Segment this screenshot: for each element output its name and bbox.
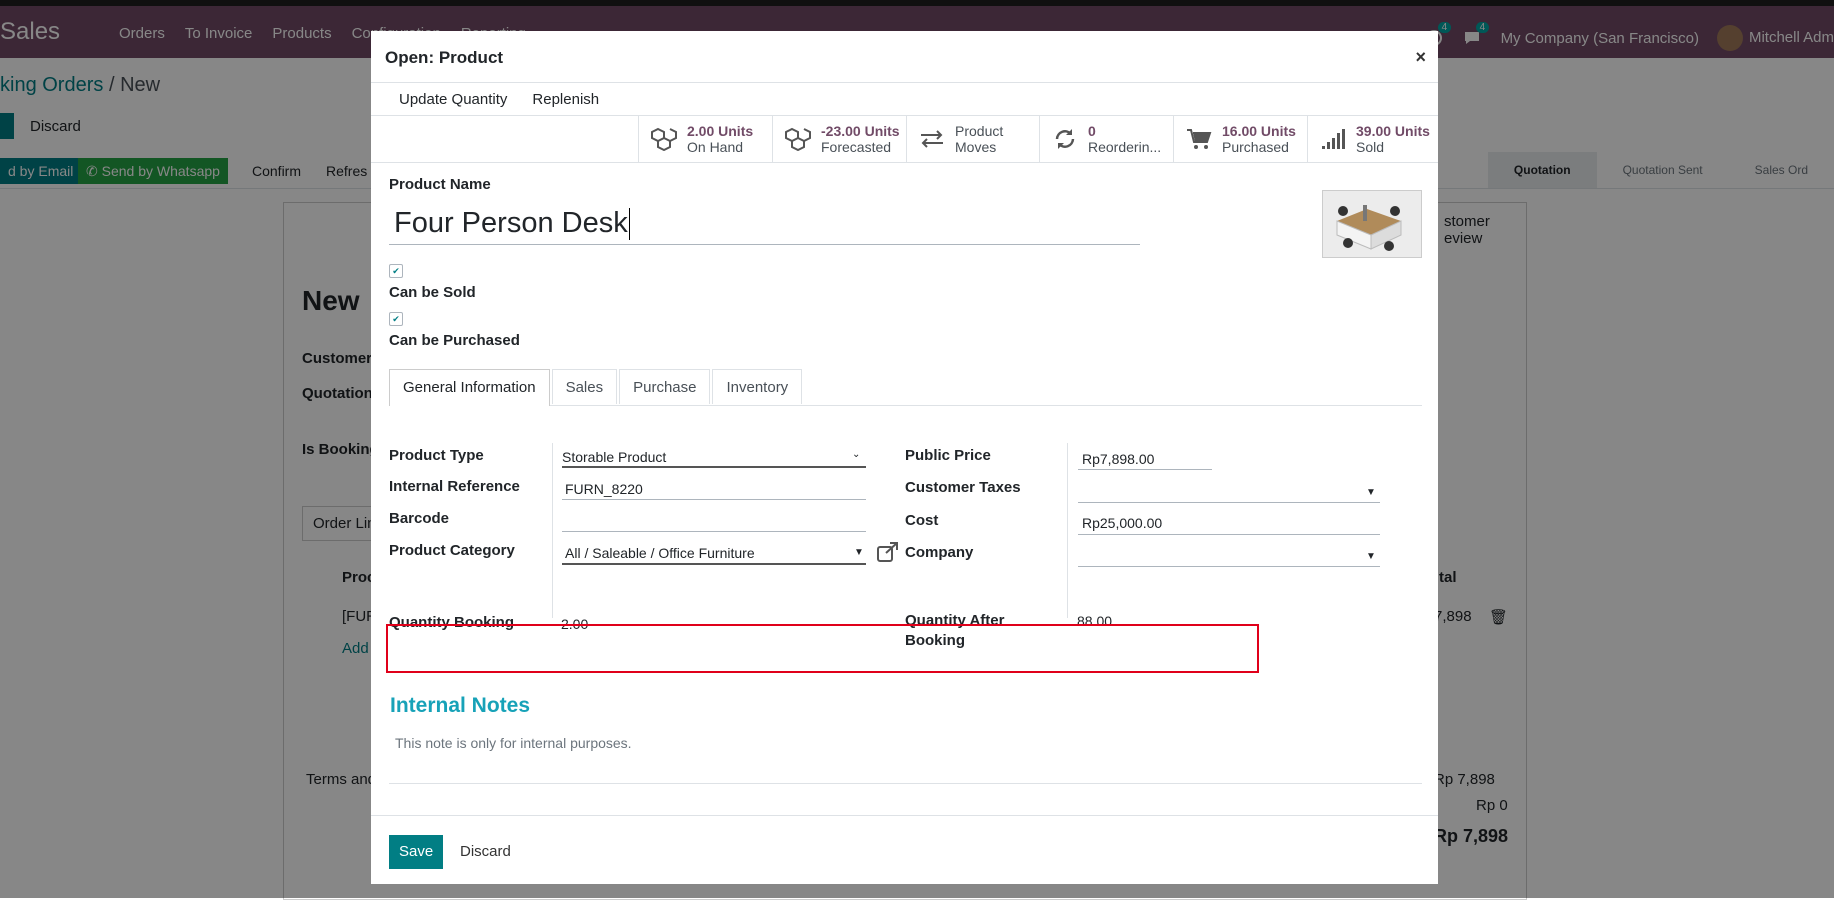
sold-value: 39.00 Units: [1356, 123, 1430, 139]
dialog-title: Open: Product: [385, 48, 504, 67]
tab-inventory[interactable]: Inventory: [712, 369, 803, 404]
company-input[interactable]: [1078, 566, 1380, 567]
product-dialog: Open: Product × Update Quantity Replenis…: [371, 31, 1438, 884]
external-link-icon[interactable]: [877, 542, 899, 565]
forecasted-label: Forecasted: [821, 139, 892, 155]
highlight-box: [386, 624, 1259, 673]
dialog-header: Open: Product ×: [371, 31, 1438, 83]
purchased-value: 16.00 Units: [1222, 123, 1296, 139]
product-name-value: Four Person Desk: [394, 207, 628, 239]
smart-button-product-moves[interactable]: Product Moves: [906, 116, 1039, 162]
smart-button-sold[interactable]: 39.00 Units Sold: [1307, 116, 1438, 162]
tab-sales[interactable]: Sales: [551, 369, 618, 404]
cost-label: Cost: [905, 512, 939, 529]
smart-button-on-hand[interactable]: 2.00 Units On Hand: [638, 116, 772, 162]
product-type-value: Storable Product: [562, 449, 667, 465]
action-bar: Update Quantity Replenish: [371, 83, 1438, 116]
left-column-separator: [552, 443, 553, 618]
public-price-label: Public Price: [905, 447, 991, 464]
product-category-value: All / Saleable / Office Furniture: [565, 545, 755, 561]
barcode-input[interactable]: [562, 531, 866, 532]
smart-button-purchased[interactable]: 16.00 Units Purchased: [1173, 116, 1307, 162]
can-be-purchased-label: Can be Purchased: [389, 332, 520, 349]
cubes-icon: [783, 126, 813, 152]
cubes-icon: [649, 126, 679, 152]
internal-reference-value: FURN_8220: [565, 481, 643, 497]
caret-down-icon[interactable]: ▼: [1366, 487, 1376, 498]
can-be-sold-checkbox[interactable]: ✔: [389, 264, 403, 278]
internal-reference-input[interactable]: [562, 499, 866, 500]
caret-down-icon[interactable]: ▼: [854, 547, 864, 558]
cost-input[interactable]: [1078, 534, 1380, 535]
internal-reference-label: Internal Reference: [389, 478, 520, 495]
reordering-value: 0: [1088, 123, 1096, 139]
smart-button-forecasted[interactable]: -23.00 Units Forecasted: [772, 116, 906, 162]
right-column-separator: [1067, 443, 1068, 618]
sold-label: Sold: [1356, 139, 1385, 155]
product-category-label: Product Category: [389, 542, 515, 559]
replenish-button[interactable]: Replenish: [532, 91, 599, 108]
product-category-select[interactable]: [562, 563, 866, 565]
internal-notes-title: Internal Notes: [390, 694, 531, 717]
public-price-value: Rp7,898.00: [1082, 451, 1155, 467]
product-image[interactable]: [1322, 190, 1422, 258]
barcode-label: Barcode: [389, 510, 450, 527]
text-cursor: [628, 208, 630, 241]
reordering-label: Reorderin...: [1088, 139, 1162, 155]
smart-button-reordering[interactable]: 0 Reorderin...: [1039, 116, 1173, 162]
forecasted-value: -23.00 Units: [821, 123, 900, 139]
product-tabs: General Information Sales Purchase Inven…: [389, 369, 1422, 406]
cost-value: Rp25,000.00: [1082, 515, 1163, 531]
internal-notes-divider: [389, 783, 1422, 784]
product-moves-value: Product: [955, 123, 1004, 139]
on-hand-value: 2.00 Units: [687, 123, 754, 139]
tab-purchase[interactable]: Purchase: [619, 369, 711, 404]
public-price-input[interactable]: [1078, 469, 1212, 470]
customer-taxes-label: Customer Taxes: [905, 479, 1021, 496]
smart-buttons: 2.00 Units On Hand -23.00 Units Forecasted…: [371, 116, 1438, 163]
company-label: Company: [905, 544, 974, 561]
tab-general-information[interactable]: General Information: [389, 369, 550, 406]
signal-icon: [1318, 126, 1348, 152]
refresh-icon: [1050, 126, 1080, 152]
customer-taxes-input[interactable]: [1078, 502, 1380, 503]
save-button[interactable]: Save: [389, 835, 444, 869]
product-name-input[interactable]: Four Person Desk: [389, 203, 1140, 245]
can-be-sold-label: Can be Sold: [389, 284, 476, 301]
update-quantity-button[interactable]: Update Quantity: [399, 91, 507, 108]
cart-icon: [1184, 126, 1214, 152]
caret-down-icon[interactable]: ▼: [1366, 551, 1376, 562]
on-hand-label: On Hand: [687, 139, 744, 155]
discard-button[interactable]: Discard: [460, 835, 511, 869]
internal-notes-input[interactable]: This note is only for internal purposes.: [395, 735, 632, 751]
product-moves-label: Moves: [955, 139, 997, 155]
dialog-footer: Save Discard: [371, 815, 1438, 885]
product-name-label: Product Name: [389, 176, 491, 193]
product-type-label: Product Type: [389, 447, 484, 464]
purchased-label: Purchased: [1222, 139, 1289, 155]
close-button[interactable]: ×: [1415, 47, 1426, 68]
chevron-down-icon[interactable]: ⌄: [852, 449, 860, 460]
product-type-select[interactable]: [562, 466, 866, 468]
can-be-purchased-checkbox[interactable]: ✔: [389, 312, 403, 326]
exchange-icon: [917, 126, 947, 152]
